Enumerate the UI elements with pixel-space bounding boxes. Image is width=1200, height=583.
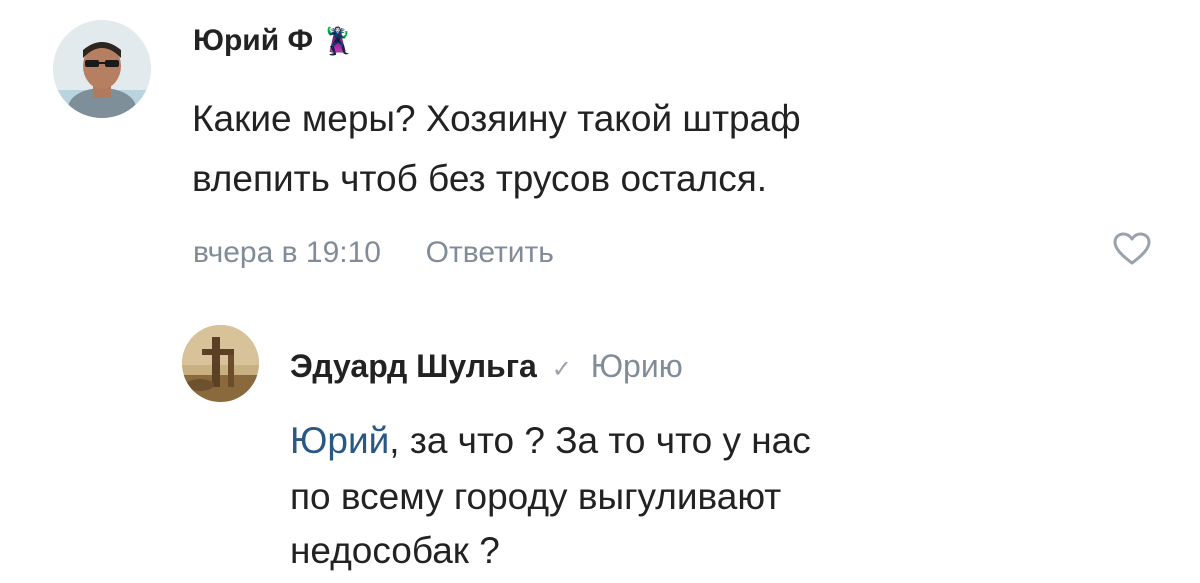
author-name[interactable]: Юрий Ф <box>193 24 313 57</box>
reply-author-row: Эдуард Шульга ✓ Юрию <box>290 348 683 385</box>
reply-text-line-1-rest: , за что ? За то что у нас <box>389 420 811 461</box>
reply-button[interactable]: Ответить <box>426 236 554 269</box>
reply-author-name[interactable]: Эдуард Шульга <box>290 348 537 384</box>
reply-text-line-2: по всему городу выгуливают <box>290 476 782 517</box>
comment-meta: вчера в 19:10 Ответить <box>193 236 554 270</box>
comment-timestamp[interactable]: вчера в 19:10 <box>193 236 381 269</box>
heart-outline-icon[interactable] <box>1112 232 1152 266</box>
comment-author[interactable]: Юрий Ф 🦹 <box>193 24 354 58</box>
avatar-yuri[interactable] <box>53 20 151 118</box>
verified-check-icon: ✓ <box>551 356 572 383</box>
reply-text-line-3: недособак ? <box>290 530 500 571</box>
mention-link[interactable]: Юрий <box>290 420 389 461</box>
author-emoji: 🦹 <box>321 26 354 56</box>
reply-to-link[interactable]: Юрию <box>591 348 683 384</box>
avatar-eduard[interactable] <box>182 325 259 402</box>
comment-text-line-2: влепить чтоб без трусов остался. <box>192 158 768 199</box>
heart-outline-icon-svg <box>1113 232 1151 265</box>
comment-text-line-1: Какие меры? Хозяину такой штраф <box>192 98 801 139</box>
avatar-yuri-image <box>53 20 151 118</box>
avatar-eduard-image <box>182 325 259 402</box>
reply-text-line-1: Юрий, за что ? За то что у нас <box>290 420 811 462</box>
